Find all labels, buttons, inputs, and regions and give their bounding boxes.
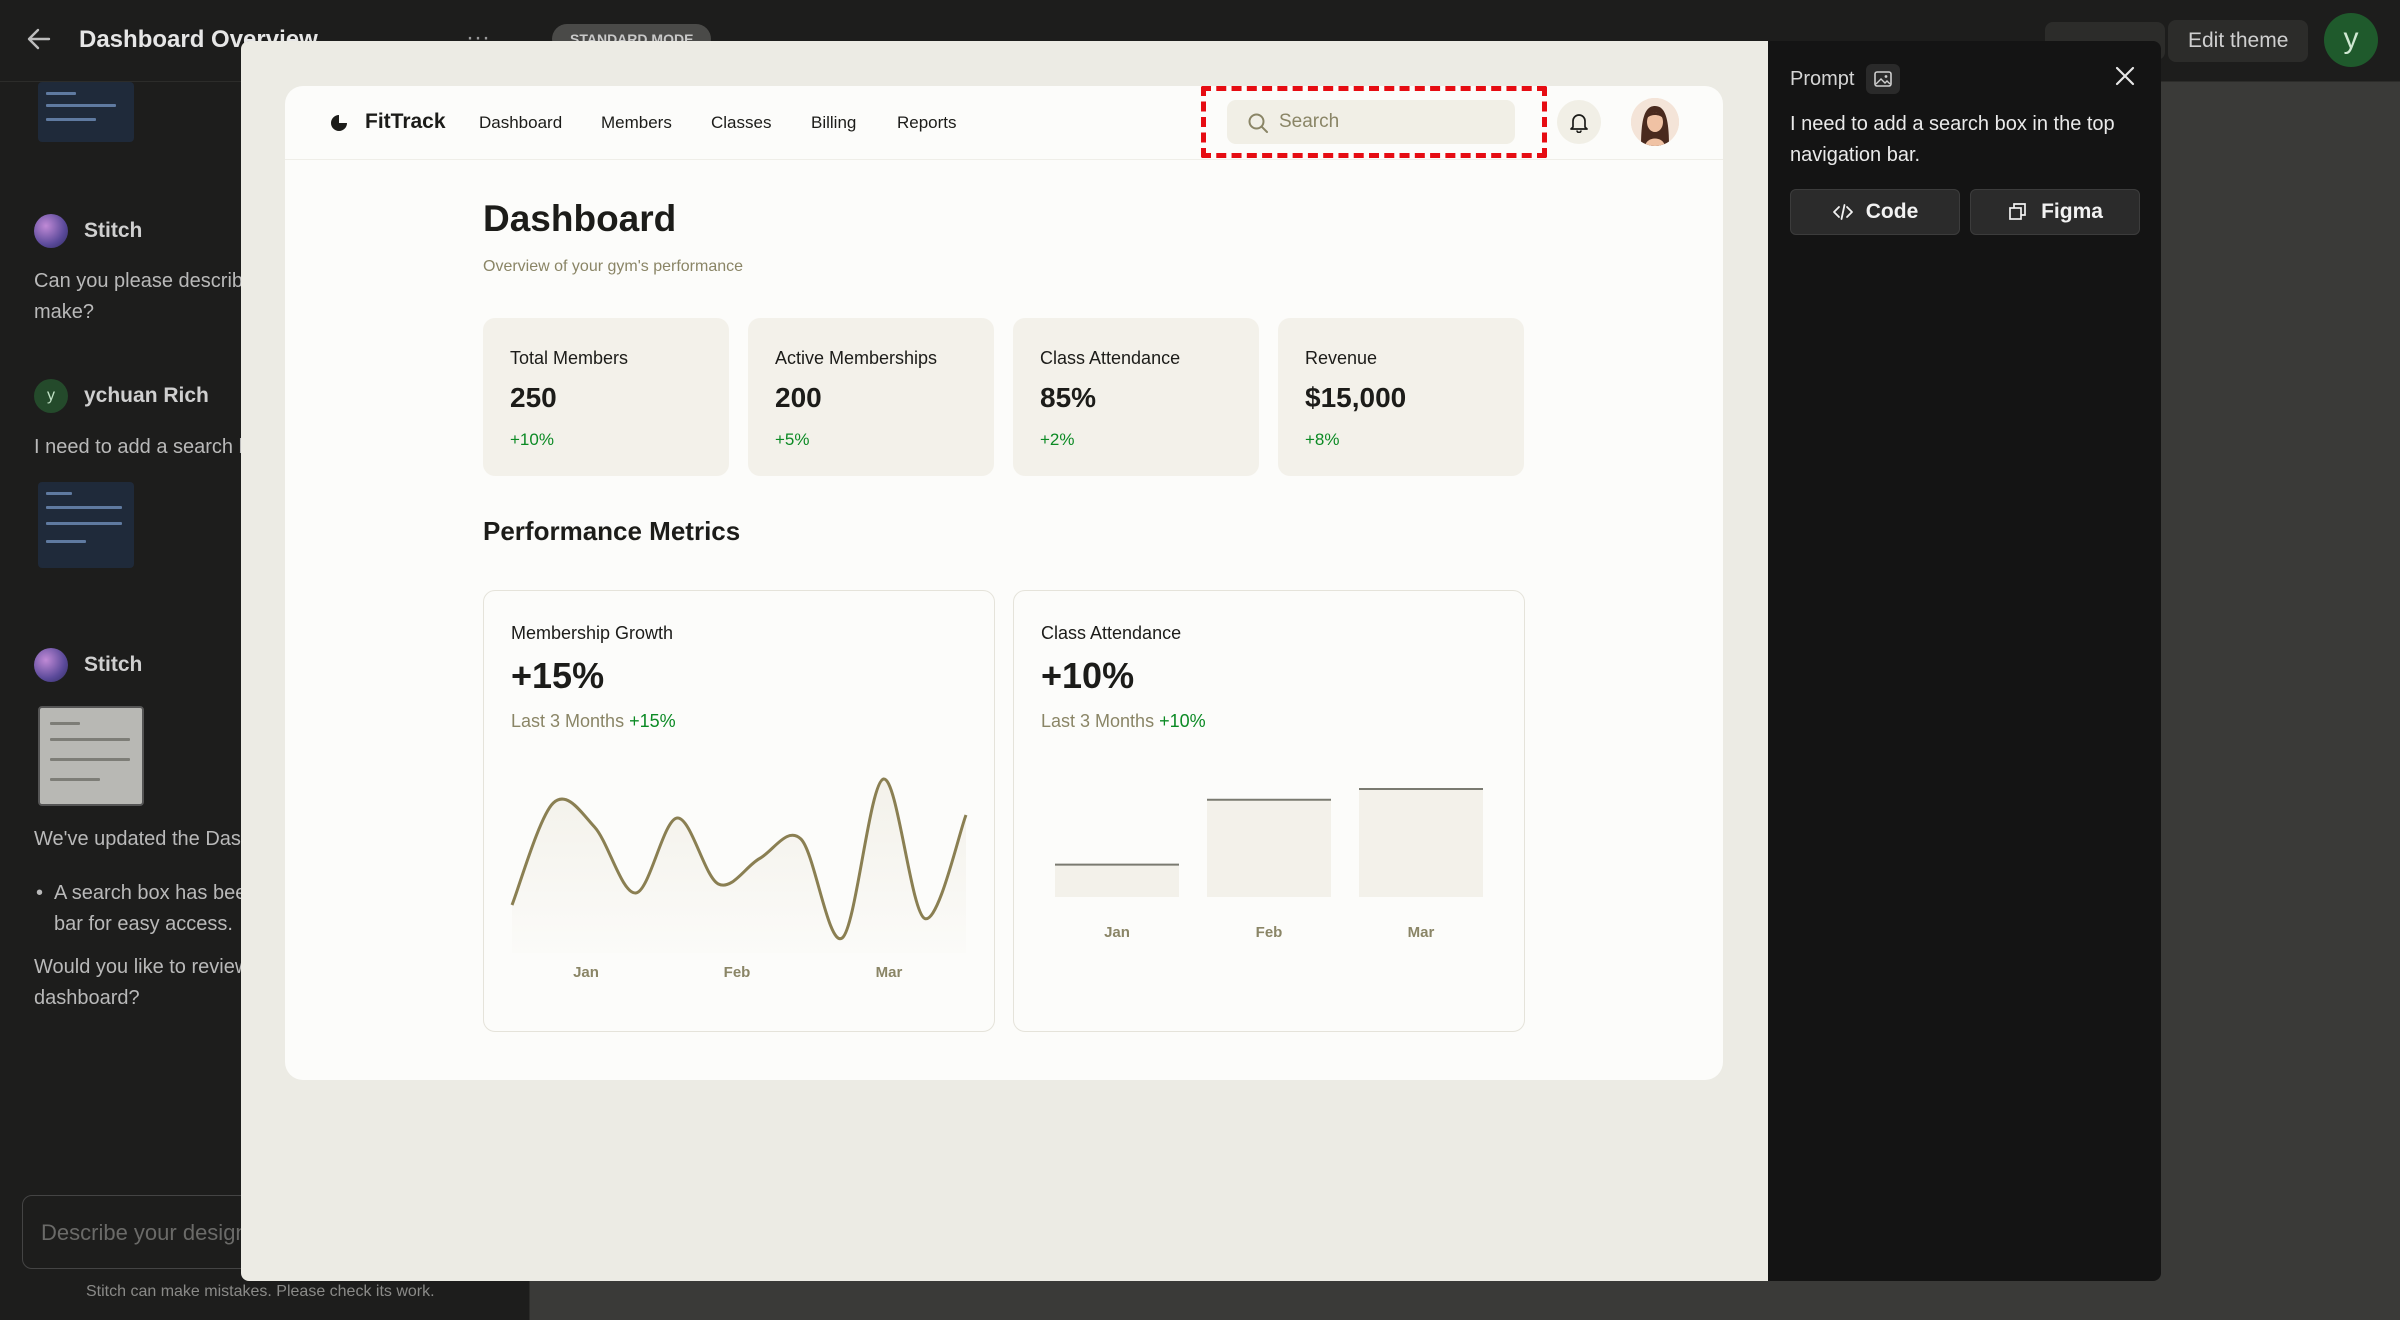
bar: [1207, 799, 1331, 897]
bullet-dot: •: [36, 882, 44, 904]
annotation-highlight: [1201, 86, 1547, 158]
prompt-panel: Prompt I need to add a search box in the…: [1768, 41, 2161, 1281]
stat-value: 250: [510, 382, 557, 413]
close-icon[interactable]: [2112, 63, 2138, 89]
top-navigation-bar: FitTrack Dashboard Members Classes Billi…: [285, 86, 1723, 160]
stat-change: +2%: [1040, 430, 1075, 449]
x-tick-label: Mar: [876, 964, 903, 981]
figma-button[interactable]: Figma: [1970, 189, 2140, 235]
prompt-label: Prompt: [1790, 68, 1855, 90]
stat-value: $15,000: [1305, 382, 1407, 413]
back-arrow-icon[interactable]: [24, 24, 54, 54]
author-name: ychuan Rich: [84, 384, 209, 407]
nav-link-reports[interactable]: Reports: [897, 113, 957, 133]
nav-link-classes[interactable]: Classes: [711, 113, 771, 133]
author-name: Stitch: [84, 653, 143, 676]
membership-growth-chart: Jan Feb Mar: [510, 777, 968, 981]
stat-card-revenue: Revenue $15,000 +8%: [1278, 318, 1524, 476]
brand-name[interactable]: FitTrack: [365, 110, 446, 134]
bar: [1359, 789, 1483, 897]
chat-thumbnail[interactable]: [38, 482, 134, 568]
image-icon[interactable]: [1866, 64, 1900, 94]
stat-card-total-members: Total Members 250 +10%: [483, 318, 729, 476]
edit-theme-button[interactable]: Edit theme: [2168, 20, 2309, 62]
author-name: Stitch: [84, 219, 143, 242]
disclaimer: Stitch can make mistakes. Please check i…: [86, 1283, 435, 1300]
stitch-avatar: [34, 648, 68, 682]
preview-panel: FitTrack Dashboard Members Classes Billi…: [241, 41, 1768, 1281]
line-area-fill: [512, 778, 966, 953]
preview-modal: FitTrack Dashboard Members Classes Billi…: [241, 41, 2161, 1281]
stat-card-active-memberships: Active Memberships 200 +5%: [748, 318, 994, 476]
x-tick-label: Feb: [724, 964, 751, 981]
chat-author: Stitch: [34, 214, 142, 248]
code-button[interactable]: Code: [1790, 189, 1960, 235]
stat-label: Revenue: [1305, 348, 1378, 368]
page-subtitle: Overview of your gym's performance: [483, 258, 744, 275]
figma-button-label: Figma: [2041, 200, 2103, 223]
input-placeholder: Describe your design: [41, 1220, 248, 1245]
stat-change: +10%: [510, 430, 554, 449]
stat-label: Total Members: [510, 348, 629, 368]
user-avatar[interactable]: y: [2324, 13, 2378, 67]
profile-avatar[interactable]: [1631, 98, 1679, 146]
avatar-portrait: [1631, 98, 1679, 146]
section-title: Performance Metrics: [483, 516, 741, 546]
nav-link-dashboard[interactable]: Dashboard: [479, 113, 562, 133]
notifications-button[interactable]: [1557, 100, 1601, 144]
chat-thumbnail[interactable]: [38, 706, 144, 806]
membership-growth-card: Membership Growth +15% Last 3 Months +15…: [483, 590, 995, 1032]
x-tick-label: Feb: [1256, 924, 1283, 941]
x-tick-label: Mar: [1408, 924, 1435, 941]
nav-link-members[interactable]: Members: [601, 113, 672, 133]
stat-label: Active Memberships: [775, 348, 938, 368]
stat-value: 200: [775, 382, 822, 413]
brand-logo-icon: [331, 115, 347, 131]
x-tick-label: Jan: [573, 964, 599, 981]
code-button-label: Code: [1865, 200, 1919, 223]
stat-value: 85%: [1040, 382, 1097, 413]
chat-author: y ychuan Rich: [34, 379, 209, 413]
code-icon: [1832, 204, 1853, 220]
prompt-text: I need to add a search box in the top na…: [1790, 113, 2115, 166]
chat-author: Stitch: [34, 648, 142, 682]
class-attendance-chart: Jan Feb Mar: [1055, 788, 1483, 941]
user-avatar: y: [34, 379, 68, 413]
copy-icon: [2009, 203, 2026, 220]
page-title: Dashboard: [483, 198, 677, 239]
nav-link-billing[interactable]: Billing: [811, 113, 856, 133]
stat-change: +8%: [1305, 430, 1340, 449]
bar: [1055, 864, 1179, 897]
class-attendance-card: Class Attendance +10% Last 3 Months +10%…: [1013, 590, 1525, 1032]
stat-change: +5%: [775, 430, 810, 449]
app-preview: FitTrack Dashboard Members Classes Billi…: [285, 86, 1723, 1080]
stat-card-class-attendance: Class Attendance 85% +2%: [1013, 318, 1259, 476]
stat-label: Class Attendance: [1040, 348, 1181, 368]
chat-thumbnail[interactable]: [38, 82, 134, 142]
stitch-avatar: [34, 214, 68, 248]
bell-icon: [1570, 114, 1588, 133]
x-tick-label: Jan: [1104, 924, 1130, 941]
